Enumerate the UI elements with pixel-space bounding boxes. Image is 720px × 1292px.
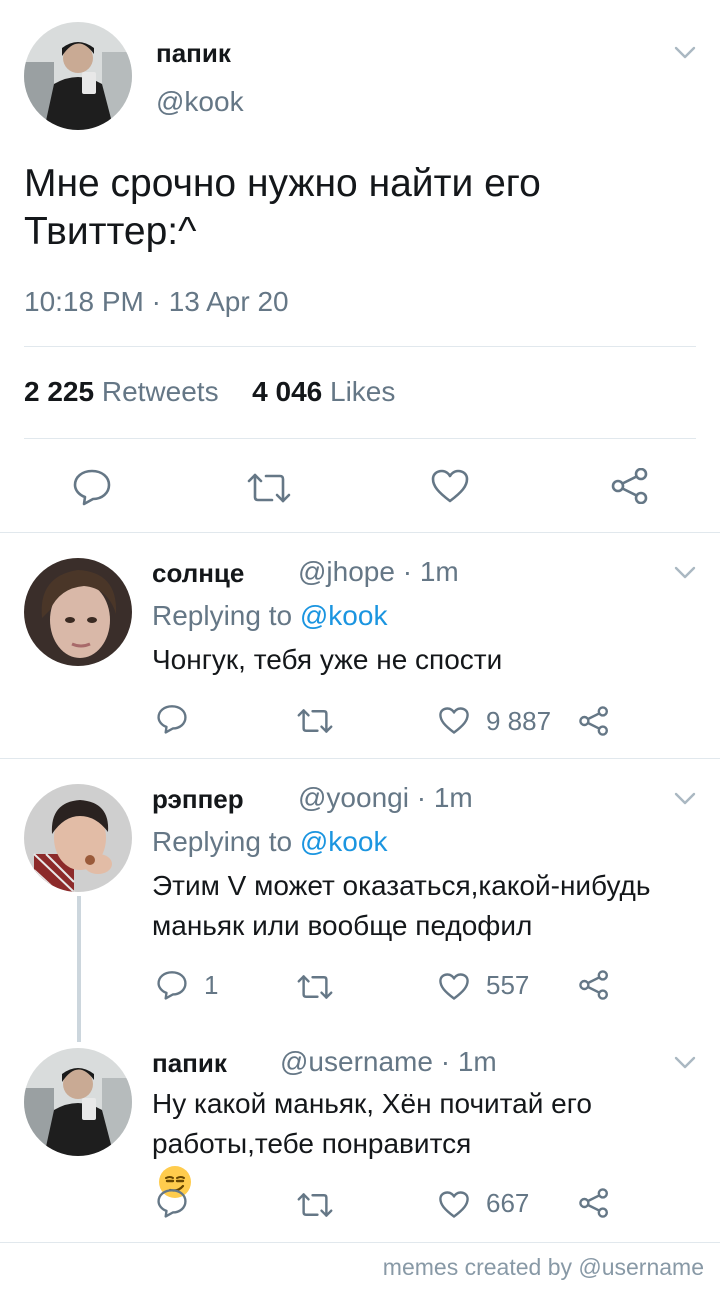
reply-author-meta[interactable]: @username · 1m bbox=[280, 1046, 497, 1078]
reply-text: Чонгук, тебя уже не спости bbox=[152, 640, 502, 680]
avatar[interactable] bbox=[24, 784, 132, 892]
replying-to-handle[interactable]: @kook bbox=[300, 600, 388, 631]
share-icon[interactable] bbox=[578, 970, 610, 1000]
reply-author-name[interactable]: папик bbox=[152, 1048, 227, 1079]
reply-text: Этим V может оказаться,какой-нибудь мань… bbox=[152, 866, 650, 946]
reply-icon[interactable] bbox=[156, 1188, 188, 1218]
reply-text-line: Чонгук, тебя уже не спости bbox=[152, 644, 503, 675]
chevron-down-icon[interactable] bbox=[674, 1056, 696, 1070]
divider bbox=[24, 438, 696, 439]
chevron-down-icon[interactable] bbox=[674, 46, 696, 60]
share-icon[interactable] bbox=[578, 706, 610, 736]
reply-author-meta[interactable]: @jhope · 1m bbox=[298, 556, 459, 588]
retweet-count[interactable]: 2 225 bbox=[24, 376, 94, 407]
reply-icon[interactable] bbox=[156, 704, 188, 734]
reply-icon[interactable] bbox=[72, 468, 112, 506]
retweet-icon[interactable] bbox=[296, 974, 334, 1000]
chevron-down-icon[interactable] bbox=[674, 792, 696, 806]
avatar[interactable] bbox=[24, 1048, 132, 1156]
avatar[interactable] bbox=[24, 558, 132, 666]
replying-to-handle[interactable]: @kook bbox=[300, 826, 388, 857]
reply-count: 1 bbox=[204, 970, 219, 1000]
like-icon[interactable] bbox=[430, 468, 470, 504]
replying-to: Replying to @kook bbox=[152, 600, 387, 632]
like-count: 557 bbox=[486, 970, 530, 1000]
likes-label[interactable]: Likes bbox=[330, 376, 395, 407]
retweet-icon[interactable] bbox=[246, 472, 292, 504]
watermark-caption: memes created by @username bbox=[382, 1254, 704, 1280]
divider bbox=[0, 532, 720, 533]
thread-line bbox=[77, 896, 81, 1042]
reply-icon[interactable] bbox=[156, 970, 188, 1000]
chevron-down-icon[interactable] bbox=[674, 566, 696, 580]
divider bbox=[24, 346, 696, 347]
retweets-label[interactable]: Retweets bbox=[102, 376, 219, 407]
tweet-stats: 2 225 Retweets 4 046 Likes bbox=[24, 376, 395, 408]
tweet-text: Мне срочно нужно найти его Твиттер:^ bbox=[24, 160, 704, 256]
replying-to-label: Replying to bbox=[152, 826, 300, 857]
reply-text-line: Ну какой маньяк, Хён почитай его bbox=[152, 1088, 592, 1119]
retweet-icon[interactable] bbox=[296, 1192, 334, 1218]
reply-text-line: маньяк или вообще педофил bbox=[152, 910, 533, 941]
replying-to: Replying to @kook bbox=[152, 826, 387, 858]
like-count: 667 bbox=[486, 1188, 530, 1218]
author-name[interactable]: папик bbox=[156, 38, 231, 69]
share-icon[interactable] bbox=[610, 468, 650, 504]
tweet-timestamp: 10:18 PM · 13 Apr 20 bbox=[24, 286, 289, 317]
reply-author-name[interactable]: рэппер bbox=[152, 784, 244, 815]
retweet-icon[interactable] bbox=[296, 708, 334, 734]
share-icon[interactable] bbox=[578, 1188, 610, 1218]
replying-to-label: Replying to bbox=[152, 600, 300, 631]
like-icon[interactable] bbox=[438, 972, 470, 1001]
like-icon[interactable] bbox=[438, 1190, 470, 1219]
like-icon[interactable] bbox=[438, 706, 470, 735]
divider bbox=[0, 1242, 720, 1243]
divider bbox=[0, 758, 720, 759]
tweet-text-line: Твиттер:^ bbox=[24, 210, 197, 253]
avatar[interactable] bbox=[24, 22, 132, 130]
author-handle[interactable]: @kook bbox=[156, 86, 244, 118]
like-count[interactable]: 4 046 bbox=[252, 376, 322, 407]
like-count: 9 887 bbox=[486, 706, 552, 736]
reply-text-line: Этим V может оказаться,какой-нибудь bbox=[152, 870, 651, 901]
reply-text-segment: работы,тебе понравится bbox=[152, 1128, 472, 1159]
reply-text: Ну какой маньяк, Хён почитай его работы,… bbox=[152, 1084, 592, 1204]
tweet-text-line: Мне срочно нужно найти его bbox=[24, 162, 541, 205]
reply-author-name[interactable]: солнце bbox=[152, 558, 244, 589]
reply-author-meta[interactable]: @yoongi · 1m bbox=[298, 782, 473, 814]
